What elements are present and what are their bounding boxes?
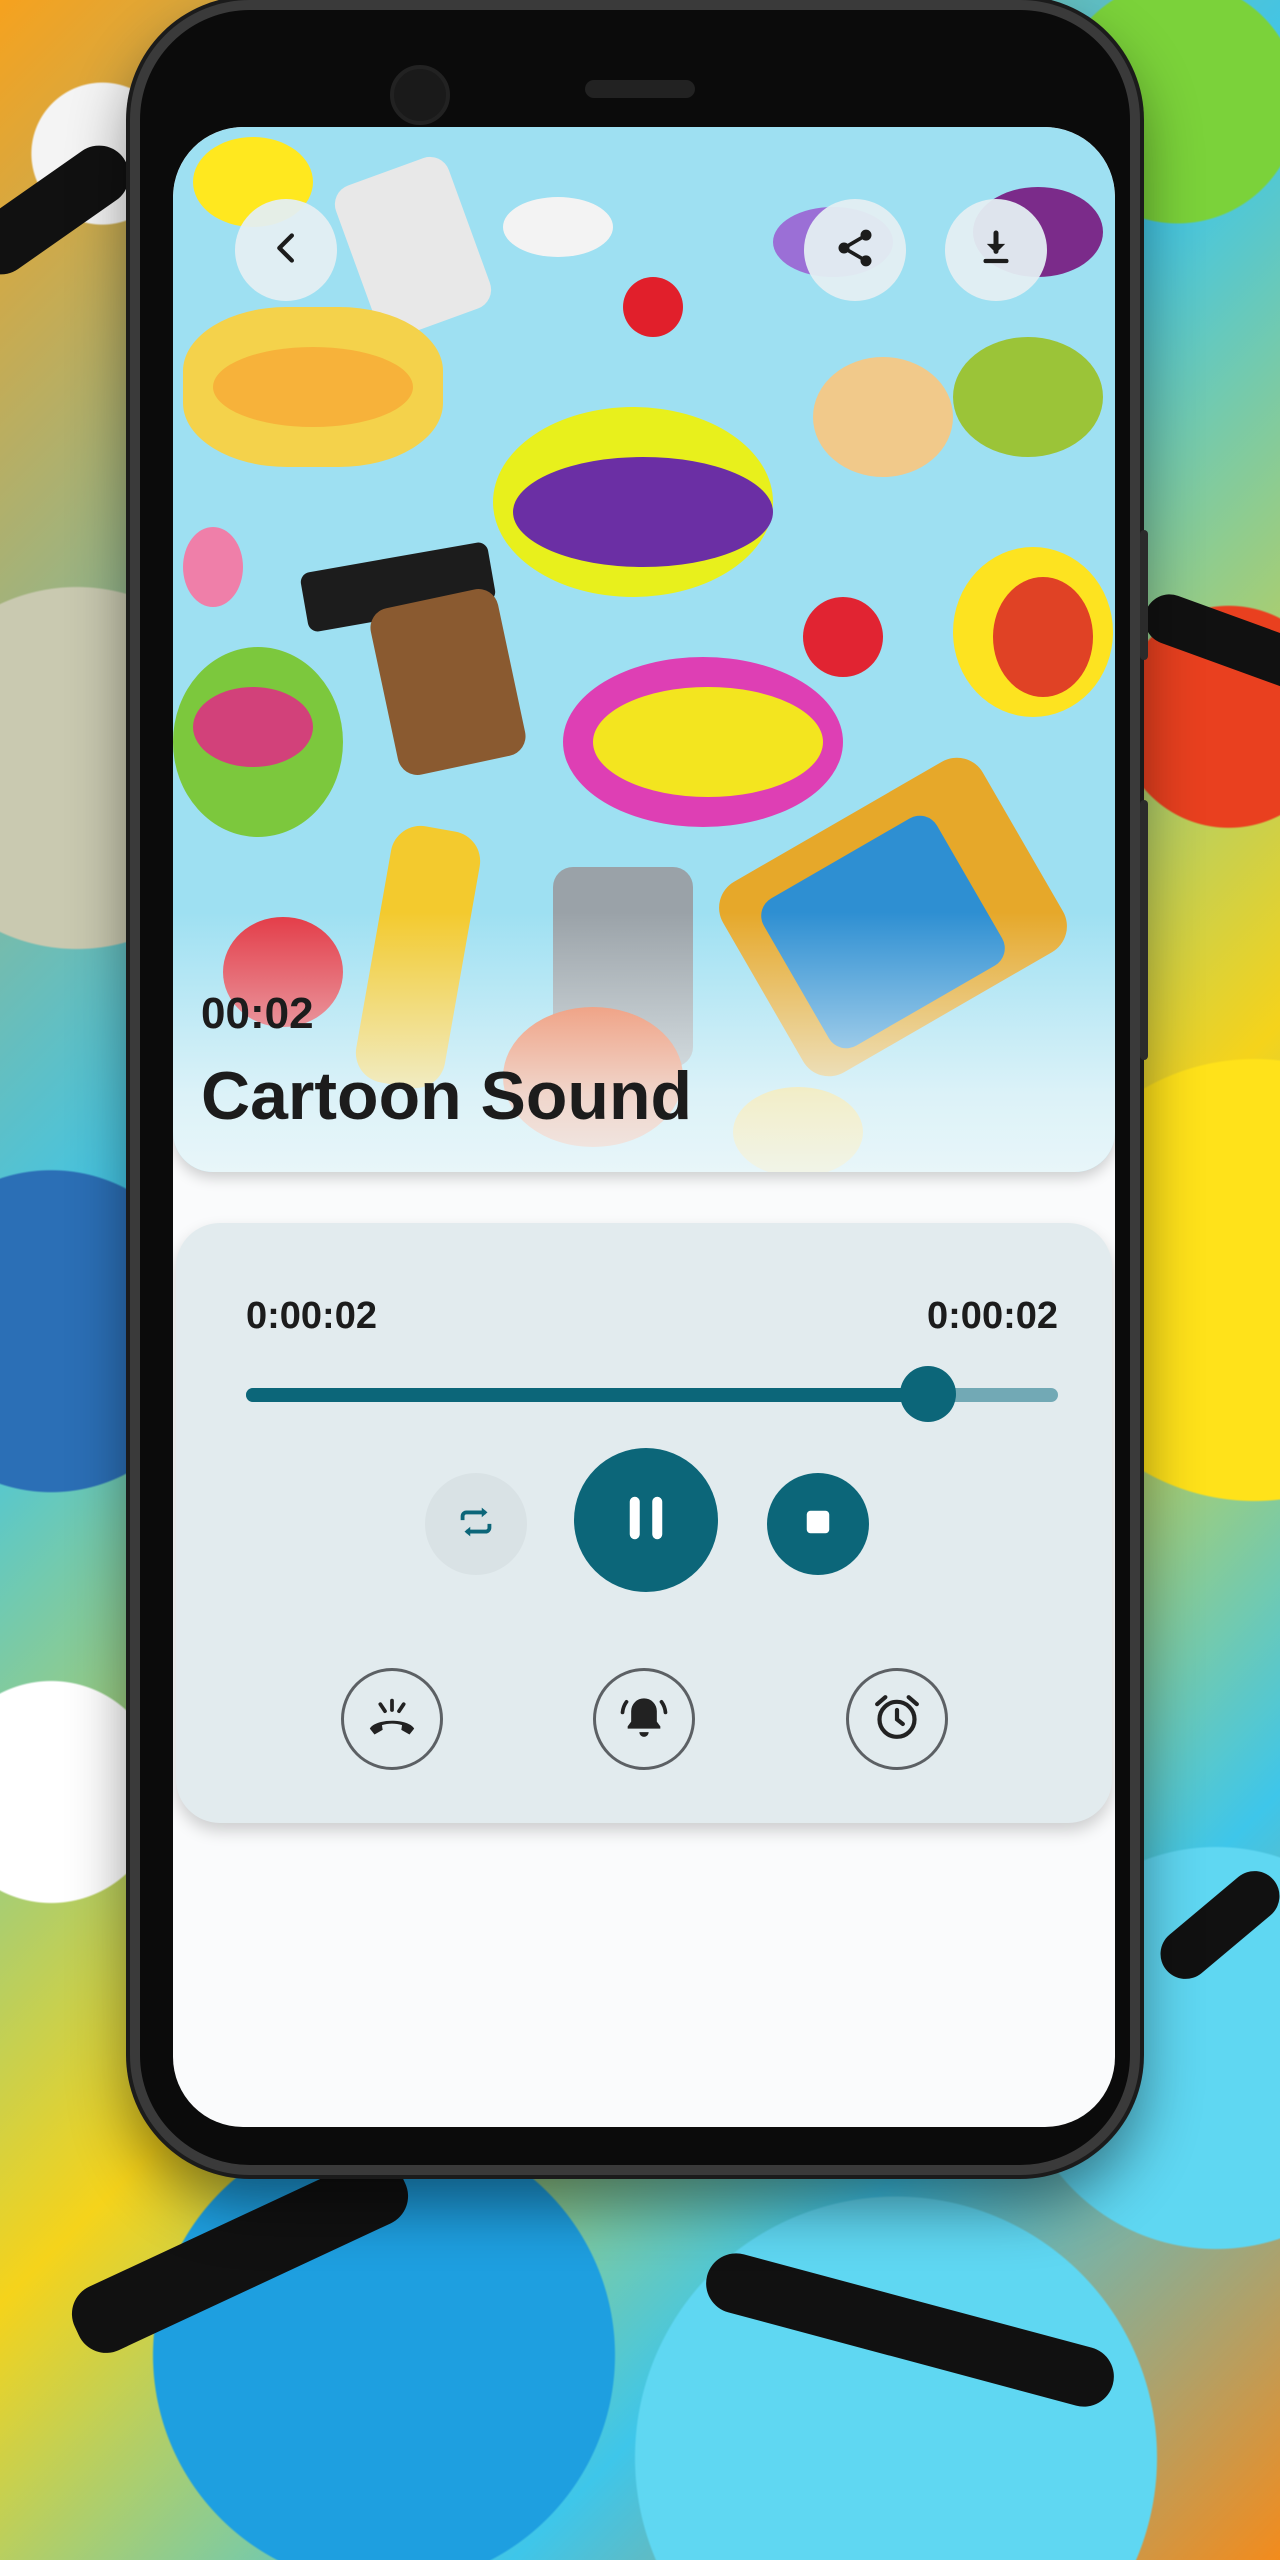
repeat-button[interactable]	[425, 1473, 527, 1575]
pause-icon	[616, 1488, 676, 1553]
set-alarm-button[interactable]	[846, 1668, 948, 1770]
download-icon	[976, 228, 1016, 273]
app-screen: 00:02 Cartoon Sound 0:00:02 0:00:02	[173, 127, 1115, 2127]
total-time: 0:00:02	[927, 1295, 1058, 1337]
back-button[interactable]	[235, 199, 337, 301]
phone-ring-icon	[364, 1689, 420, 1750]
power-button	[1140, 530, 1148, 660]
seek-bar-thumb[interactable]	[900, 1366, 957, 1422]
sound-duration: 00:02	[201, 989, 314, 1038]
download-button[interactable]	[945, 199, 1047, 301]
set-notification-button[interactable]	[593, 1668, 695, 1770]
stop-icon	[803, 1507, 833, 1542]
stop-button[interactable]	[767, 1473, 869, 1575]
cover-art: 00:02 Cartoon Sound	[173, 127, 1115, 1172]
phone-frame: 00:02 Cartoon Sound 0:00:02 0:00:02	[130, 0, 1148, 2175]
chevron-left-icon	[266, 228, 306, 273]
volume-button	[1140, 800, 1148, 1060]
earpiece-speaker	[585, 80, 695, 98]
repeat-icon	[453, 1499, 499, 1550]
share-button[interactable]	[804, 199, 906, 301]
set-ringtone-button[interactable]	[341, 1668, 443, 1770]
seek-bar-progress	[246, 1388, 929, 1402]
sound-title: Cartoon Sound	[201, 1058, 693, 1134]
bell-ring-icon	[616, 1689, 672, 1750]
player-card: 0:00:02 0:00:02	[176, 1223, 1112, 1823]
front-camera	[390, 65, 450, 125]
share-icon	[833, 226, 877, 275]
elapsed-time: 0:00:02	[246, 1295, 377, 1337]
pause-button[interactable]	[574, 1448, 718, 1592]
alarm-clock-icon	[869, 1689, 925, 1750]
